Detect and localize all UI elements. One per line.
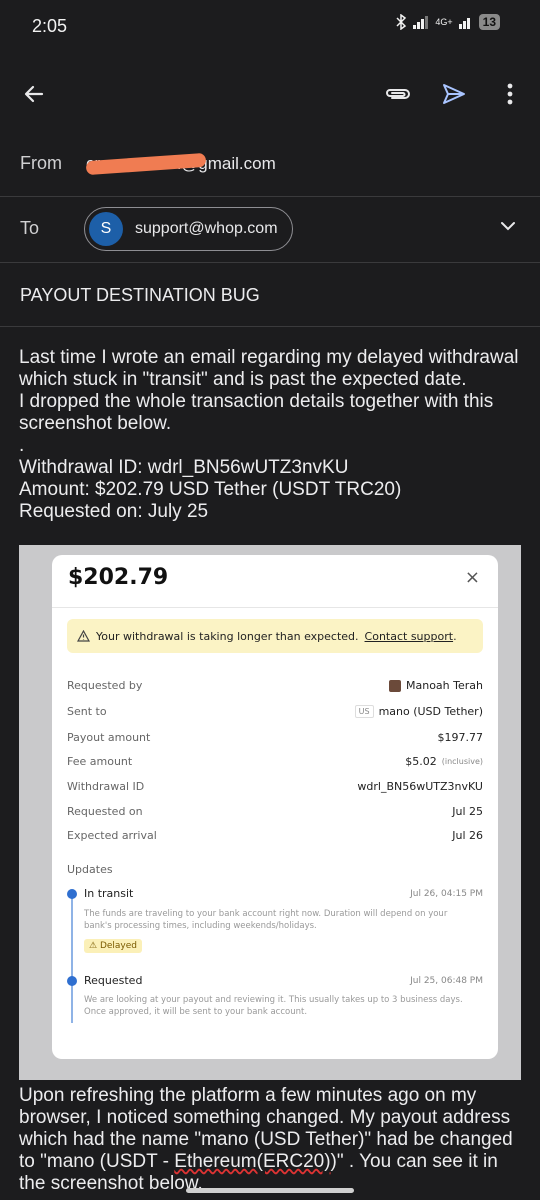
recipient-chip[interactable]: S support@whop.com: [84, 207, 293, 251]
detail-row: Fee amount $5.02 (inclusive): [67, 755, 483, 768]
withdrawal-amount: $202.79: [68, 565, 169, 590]
timeline-date: Jul 26, 04:15 PM: [410, 889, 483, 899]
recipient-avatar: S: [89, 212, 123, 246]
signal-icon-2: [458, 18, 470, 29]
warning-icon: [77, 630, 90, 642]
subject-field[interactable]: PAYOUT DESTINATION BUG: [20, 285, 260, 306]
timeline-dot: [67, 889, 77, 899]
detail-row: Requested by Manoah Terah: [67, 679, 483, 692]
detail-label: Sent to: [67, 705, 107, 718]
battery-indicator: 13: [478, 14, 500, 30]
to-label: To: [20, 218, 40, 238]
timeline-date: Jul 25, 06:48 PM: [410, 976, 483, 986]
compose-toolbar: [0, 62, 540, 122]
detail-label: Requested on: [67, 805, 143, 818]
timeline-desc: The funds are traveling to your bank acc…: [84, 909, 448, 931]
message-body-intro[interactable]: Last time I wrote an email regarding my …: [19, 347, 529, 523]
timeline-title: Requested: [84, 974, 143, 987]
detail-value: mano (USD Tether): [378, 705, 483, 718]
recipient-email: support@whop.com: [135, 220, 278, 237]
withdrawal-card: $202.79 × Your withdrawal is taking long…: [52, 555, 498, 1059]
detail-value: Manoah Terah: [406, 679, 483, 692]
detail-label: Withdrawal ID: [67, 780, 145, 793]
detail-value: wdrl_BN56wUTZ3nvKU: [357, 780, 483, 793]
spellcheck-word[interactable]: Ethereum(ERC20): [174, 1151, 330, 1172]
timeline-title: In transit: [84, 887, 134, 900]
subject-row[interactable]: PAYOUT DESTINATION BUG: [0, 263, 540, 327]
detail-row: Expected arrival Jul 26: [67, 829, 483, 842]
detail-value: $5.02: [405, 755, 437, 768]
detail-value: $197.77: [437, 731, 484, 744]
to-row[interactable]: To S support@whop.com: [0, 197, 540, 263]
status-icons: 4G+ 13: [395, 14, 500, 30]
user-avatar: [389, 679, 401, 692]
warning-end: .: [453, 629, 457, 643]
detail-extra: (inclusive): [441, 757, 483, 766]
back-arrow-icon[interactable]: [18, 78, 50, 110]
close-icon: ×: [464, 567, 480, 588]
timeline-dot: [67, 976, 77, 986]
divider: [52, 607, 498, 608]
detail-label: Expected arrival: [67, 829, 157, 842]
paperclip-icon[interactable]: [382, 78, 414, 110]
network-type: 4G+: [435, 16, 453, 27]
timeline-desc: We are looking at your payout and review…: [84, 995, 463, 1017]
detail-row: Withdrawal ID wdrl_BN56wUTZ3nvKU: [67, 780, 483, 793]
message-body-continued[interactable]: Upon refreshing the platform a few minut…: [19, 1085, 529, 1195]
more-vert-icon[interactable]: [494, 78, 526, 110]
detail-row: Sent to US mano (USD Tether): [67, 705, 483, 718]
detail-row: Requested on Jul 25: [67, 805, 483, 818]
warning-text: Your withdrawal is taking longer than ex…: [96, 629, 359, 643]
detail-value: Jul 26: [452, 829, 483, 842]
detail-label: Payout amount: [67, 731, 151, 744]
send-icon[interactable]: [438, 78, 470, 110]
updates-label: Updates: [67, 863, 113, 876]
timeline-line: [71, 893, 73, 1023]
status-bar: 2:05 4G+ 13: [0, 0, 540, 52]
currency-tag: US: [354, 705, 374, 718]
status-time: 2:05: [32, 16, 68, 36]
detail-row: Payout amount $197.77: [67, 731, 483, 744]
bluetooth-icon: [396, 14, 407, 30]
detail-value: Jul 25: [452, 805, 483, 818]
chevron-down-icon[interactable]: [500, 221, 516, 231]
delayed-badge: ⚠ Delayed: [84, 939, 142, 953]
warning-banner: Your withdrawal is taking longer than ex…: [67, 619, 483, 653]
from-label: From: [20, 153, 62, 173]
home-indicator: [186, 1188, 354, 1193]
embedded-screenshot: $202.79 × Your withdrawal is taking long…: [19, 545, 521, 1080]
delayed-badge-label: Delayed: [99, 941, 137, 951]
contact-support-link: Contact support: [364, 629, 454, 643]
detail-label: Fee amount: [67, 755, 133, 768]
from-row[interactable]: From cr••••••••••••n@gmail.com: [0, 135, 540, 197]
detail-label: Requested by: [67, 679, 143, 692]
signal-icon: [413, 16, 429, 29]
